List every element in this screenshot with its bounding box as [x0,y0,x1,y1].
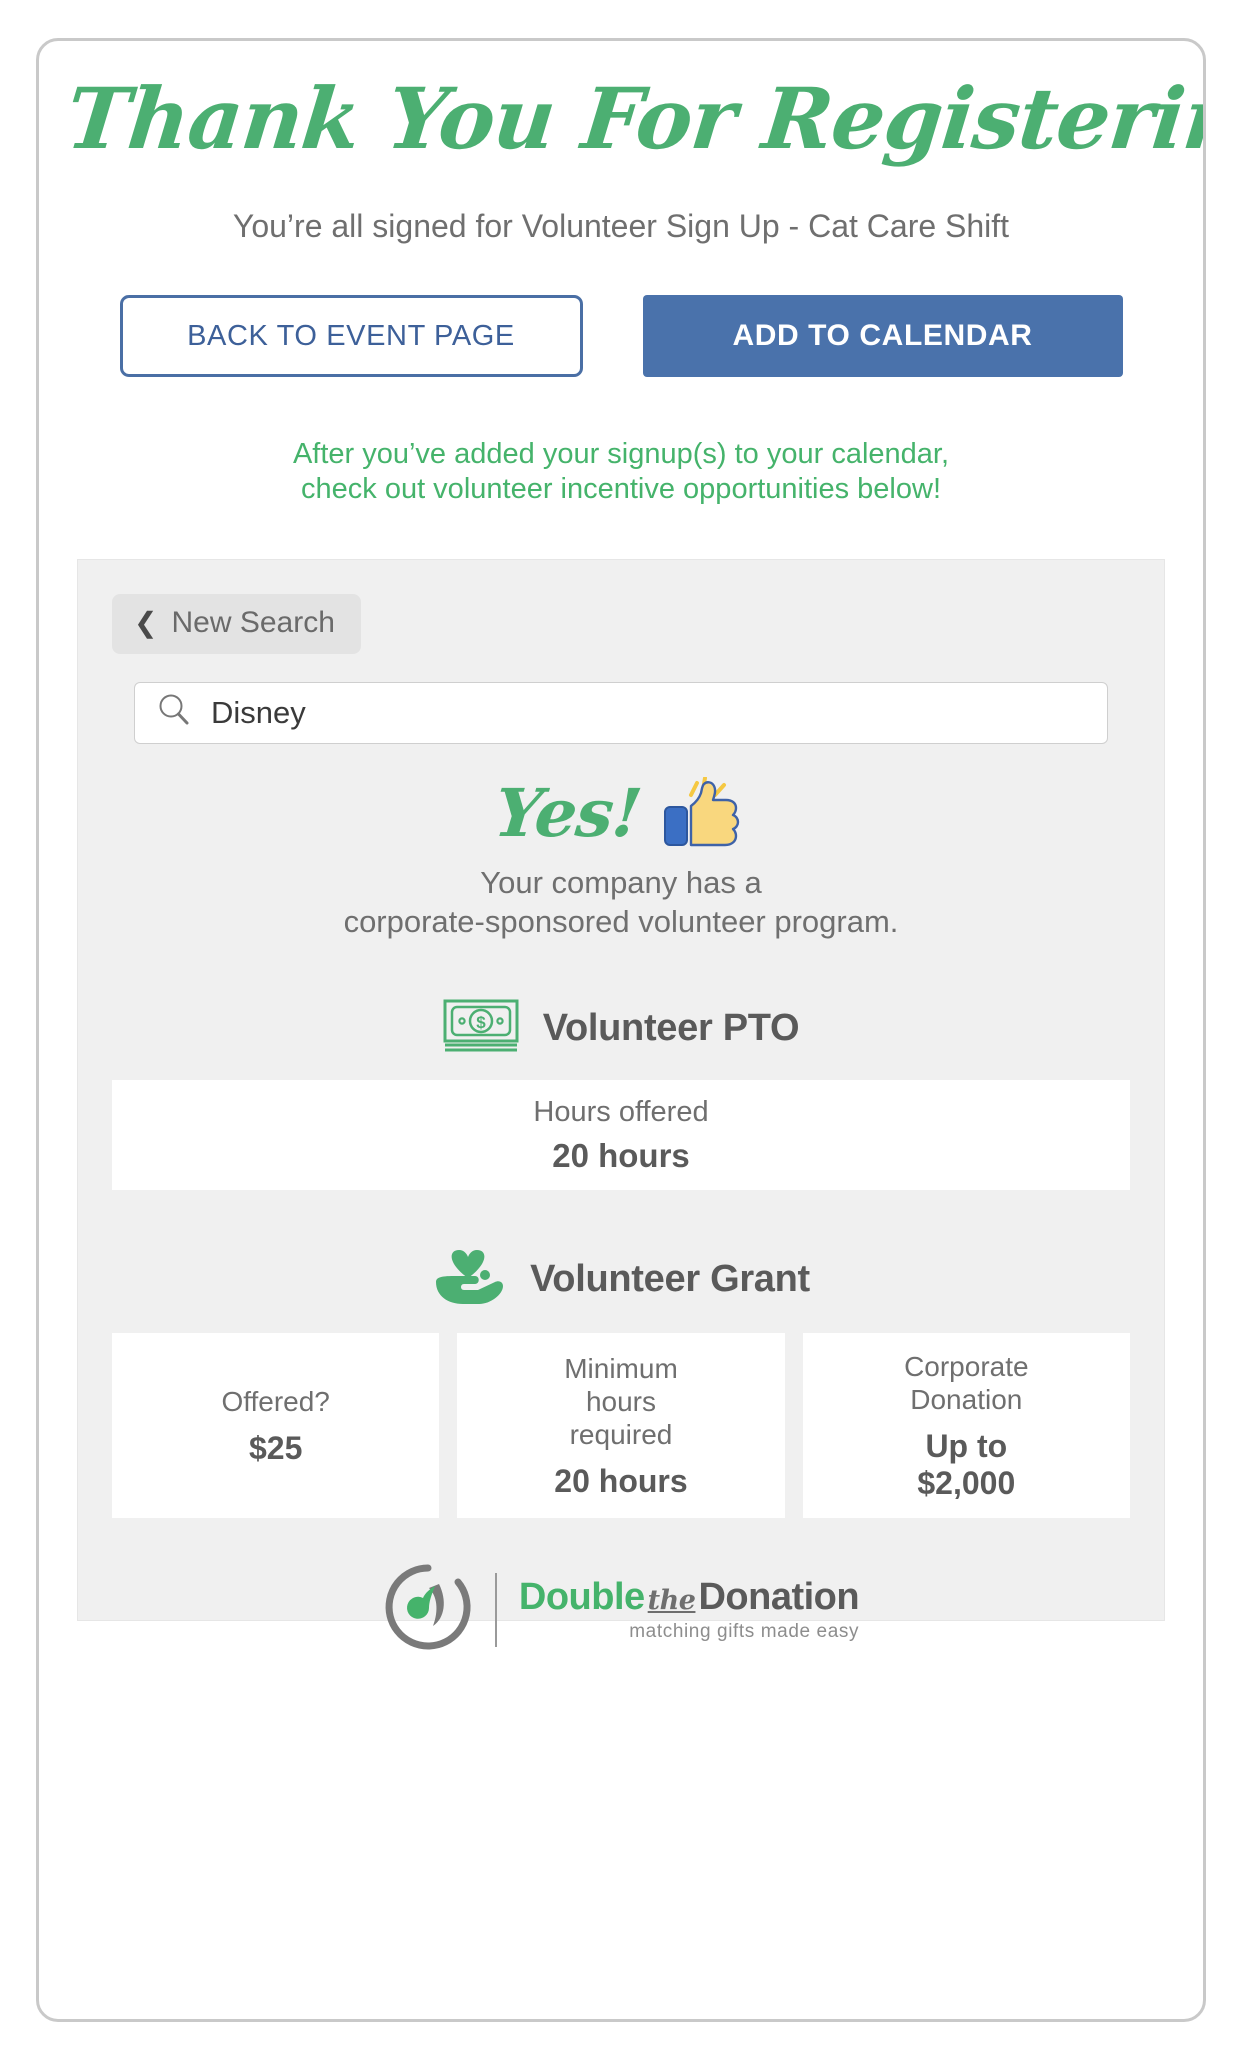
grant-card-corporate-donation: Corporate Donation Up to $2,000 [802,1333,1130,1519]
volunteer-grant-heading: Volunteer Grant [112,1248,1130,1311]
volunteer-pto-title: Volunteer PTO [542,1007,800,1050]
heart-in-hand-icon [432,1248,506,1311]
incentive-note-line-2: check out volunteer incentive opportunit… [301,473,941,506]
thumbs-up-icon [661,775,747,849]
page-root: Thank You For Registering! You’re all si… [0,0,1242,2060]
grant-card-minimum-hours: Minimum hours required 20 hours [457,1333,785,1519]
signup-subtitle: You’re all signed for Volunteer Sign Up … [232,208,1010,244]
volunteer-pto-heading: $ Volunteer PTO [112,999,1130,1058]
grant-card-value: Up to $2,000 [917,1427,1016,1502]
volunteer-pto-label: Hours offered [533,1095,709,1128]
page-title: Thank You For Registering! [61,69,1206,168]
search-icon [155,691,193,734]
confirmation-card: Thank You For Registering! You’re all si… [36,38,1206,2022]
chevron-left-icon: ❮ [134,606,158,638]
grant-card-label: Corporate Donation [904,1350,1029,1415]
result-description-line-1: Your company has a [480,864,762,900]
logo-title-row: Double theDonation [518,1576,860,1619]
result-description: Your company has a corporate-sponsored v… [112,864,1130,942]
add-to-calendar-button[interactable]: ADD TO CALENDAR [642,295,1123,378]
new-search-button[interactable]: ❮ New Search [112,593,361,654]
result-yes-row: Yes! [112,770,1130,856]
search-input[interactable]: Disney [211,695,1087,731]
svg-text:$: $ [476,1013,486,1032]
volunteer-pto-value: 20 hours [552,1136,690,1174]
back-to-event-page-button[interactable]: BACK TO EVENT PAGE [119,295,583,378]
new-search-label: New Search [171,605,335,639]
volunteer-grant-cards: Offered? $25 Minimum hours required 20 hou… [112,1333,1130,1519]
money-bill-icon: $ [443,999,519,1058]
volunteer-grant-title: Volunteer Grant [530,1258,810,1301]
incentive-note-line-1: After you’ve added your signup(s) to you… [292,438,950,471]
incentive-note: After you’ve added your signup(s) to you… [69,437,1173,507]
grant-card-value: 20 hours [554,1462,688,1499]
grant-card-label: Offered? [221,1385,330,1417]
incentive-panel: ❮ New Search Disney Yes! Your company ha… [77,558,1165,1650]
double-the-donation-logo: Double theDonation matching gifts made ea… [112,1562,1130,1657]
logo-divider [494,1572,497,1647]
logo-tagline: matching gifts made easy [629,1621,860,1643]
logo-word-the: the [647,1585,696,1617]
double-the-donation-mark-icon [383,1562,473,1657]
company-search-field[interactable]: Disney [134,681,1108,744]
action-button-row: BACK TO EVENT PAGE ADD TO CALENDAR [69,295,1173,378]
result-yes-label: Yes! [491,773,645,852]
grant-card-offered: Offered? $25 [112,1333,440,1519]
grant-card-value: $25 [248,1429,303,1466]
grant-card-label: Minimum hours required [564,1352,678,1450]
result-description-line-2: corporate-sponsored volunteer program. [343,903,899,939]
volunteer-pto-card: Hours offered 20 hours [112,1080,1130,1191]
logo-word-double: Double [518,1576,645,1619]
logo-wordmark: Double theDonation matching gifts made ea… [518,1576,860,1643]
logo-word-donation: Donation [698,1576,860,1619]
